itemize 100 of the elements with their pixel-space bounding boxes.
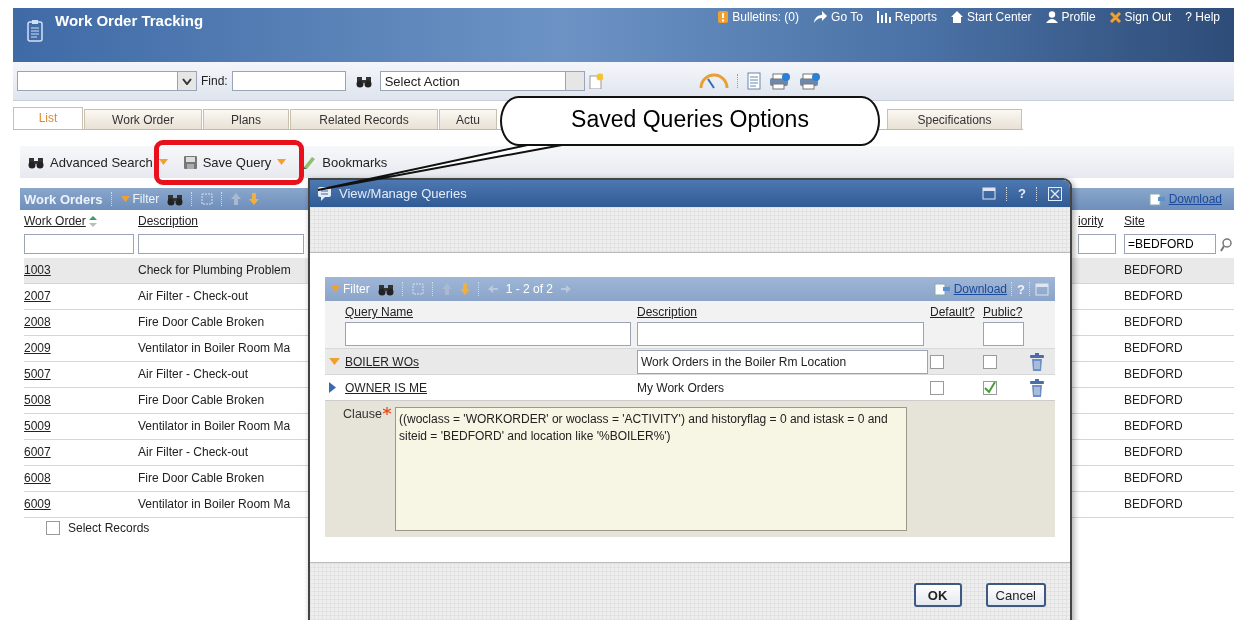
filter-field[interactable]: [24, 234, 134, 254]
close-icon[interactable]: [1048, 186, 1062, 201]
table-row[interactable]: BOILER WOs Work Orders in the Boiler Rm Location: [325, 348, 1055, 374]
filter-icon: [331, 286, 340, 292]
printer-icon[interactable]: [798, 72, 821, 90]
filter-field[interactable]: [345, 322, 631, 346]
search-icon[interactable]: [1220, 237, 1232, 252]
column-header[interactable]: Site: [1120, 210, 1220, 232]
nav-link[interactable]: Bulletins: (0): [718, 10, 800, 24]
table-cell-text: BEDFORD: [1123, 496, 1184, 513]
dialog-button[interactable]: OK: [913, 583, 962, 607]
tab[interactable]: Specifications: [887, 109, 1022, 129]
column-header[interactable]: Default?: [930, 301, 983, 321]
download-link[interactable]: Download: [953, 282, 1008, 296]
dialog-button[interactable]: Cancel: [985, 583, 1046, 607]
checkbox[interactable]: [930, 380, 944, 395]
next-icon[interactable]: [561, 285, 572, 293]
nav-link[interactable]: Sign Out: [1109, 10, 1172, 24]
column-header[interactable]: Description: [637, 301, 930, 321]
filter-field[interactable]: [637, 322, 924, 346]
help-icon[interactable]: ?: [1018, 186, 1026, 201]
work-order-link[interactable]: 6008: [24, 471, 51, 485]
house-icon: [950, 11, 963, 23]
work-order-link[interactable]: 6009: [24, 497, 51, 511]
nav-link[interactable]: Profile: [1045, 10, 1096, 24]
clear-icon[interactable]: [201, 193, 214, 205]
nav-link[interactable]: Go To: [813, 10, 863, 24]
checkbox[interactable]: [930, 354, 944, 369]
clipboard-icon: [27, 20, 43, 42]
pencil-icon: [302, 155, 317, 169]
nav-link[interactable]: ? Help: [1185, 10, 1220, 24]
column-header[interactable]: iority: [1078, 210, 1120, 232]
down-arrow-icon[interactable]: [249, 193, 260, 205]
callout-bubble: Saved Queries Options: [500, 96, 880, 146]
sort-icon[interactable]: [88, 215, 97, 227]
work-order-link[interactable]: 2008: [24, 315, 51, 329]
download-icon: [1148, 192, 1165, 206]
work-order-link[interactable]: 5007: [24, 367, 51, 381]
tab[interactable]: Plans: [203, 109, 289, 129]
find-field[interactable]: [231, 71, 346, 91]
binoculars-icon[interactable]: [355, 75, 372, 89]
clear-icon[interactable]: [411, 283, 424, 295]
column-header[interactable]: Work Order: [24, 214, 86, 228]
action-button[interactable]: Advanced Search: [28, 154, 153, 170]
checkbox[interactable]: [983, 380, 997, 395]
work-order-link[interactable]: 1003: [24, 263, 51, 277]
alert-icon: [718, 11, 729, 23]
action-dropdown[interactable]: Select Action: [379, 71, 585, 91]
table-cell-text: BEDFORD: [1123, 314, 1184, 331]
work-order-link[interactable]: 6007: [24, 445, 51, 459]
field-label: Clause: [343, 407, 382, 423]
checkbox[interactable]: [983, 354, 997, 369]
work-order-link[interactable]: 5008: [24, 393, 51, 407]
query-name-link[interactable]: OWNER IS ME: [345, 380, 427, 395]
clause-field[interactable]: ((woclass = 'WORKORDER' or woclass = 'ACTIVITY') and historyflag = 0 and istask = 0 and siteid = 'BEDFORD' and location like '%BOILER%'): [395, 407, 907, 531]
table-cell-text: Air Filter - Check-out: [138, 444, 250, 461]
dialog-title: View/Manage Queries: [339, 186, 467, 201]
work-order-link[interactable]: 2007: [24, 289, 51, 303]
curved-arrow-icon: [813, 11, 828, 23]
download-icon: [933, 282, 950, 296]
filter-field[interactable]: [138, 234, 304, 254]
action-button[interactable]: Bookmarks: [302, 154, 388, 170]
up-arrow-icon[interactable]: [231, 193, 242, 205]
maximize-icon[interactable]: [982, 187, 997, 200]
work-order-link[interactable]: 2009: [24, 341, 51, 355]
nav-link[interactable]: Start Center: [950, 10, 1032, 24]
binoculars-icon: [28, 155, 44, 169]
filter-field[interactable]: [983, 322, 1024, 346]
new-document-icon[interactable]: [588, 73, 603, 89]
table-cell-text: BEDFORD: [1123, 392, 1184, 409]
checkbox[interactable]: [46, 521, 60, 535]
binoculars-icon[interactable]: [377, 282, 394, 296]
filter-field[interactable]: =BEDFORD: [1124, 234, 1216, 254]
table-cell-text: BEDFORD: [1123, 470, 1184, 487]
printer-icon[interactable]: [768, 72, 791, 90]
trash-icon[interactable]: [1030, 352, 1044, 371]
query-dropdown[interactable]: [17, 71, 197, 91]
work-order-link[interactable]: 5009: [24, 419, 51, 433]
window-icon[interactable]: [1035, 282, 1049, 296]
document-list-icon[interactable]: [746, 72, 761, 90]
previous-icon[interactable]: [487, 285, 498, 293]
tab[interactable]: Related Records: [290, 109, 438, 129]
column-header[interactable]: Query Name: [345, 301, 637, 321]
table-cell-text: Fire Door Cable Broken: [138, 314, 266, 331]
description-field[interactable]: Work Orders in the Boiler Rm Location: [637, 349, 928, 374]
table-row[interactable]: OWNER IS ME My Work Orders: [325, 374, 1055, 400]
column-header[interactable]: Public?: [983, 301, 1030, 321]
column-header[interactable]: Description: [138, 210, 308, 232]
trash-icon[interactable]: [1030, 378, 1044, 397]
checkbox-label: Select Records: [68, 521, 150, 535]
gauge-icon[interactable]: [698, 73, 729, 89]
nav-link[interactable]: Reports: [876, 10, 937, 24]
tab[interactable]: Work Order: [84, 109, 202, 129]
action-button[interactable]: Save Query: [183, 154, 272, 170]
table-cell-text: BEDFORD: [1123, 444, 1184, 461]
query-name-link[interactable]: BOILER WOs: [345, 354, 419, 369]
binoculars-icon[interactable]: [167, 192, 184, 206]
filter-field[interactable]: [1078, 234, 1116, 254]
table-cell-text: Fire Door Cable Broken: [138, 470, 266, 487]
tab[interactable]: Actu: [439, 109, 497, 129]
